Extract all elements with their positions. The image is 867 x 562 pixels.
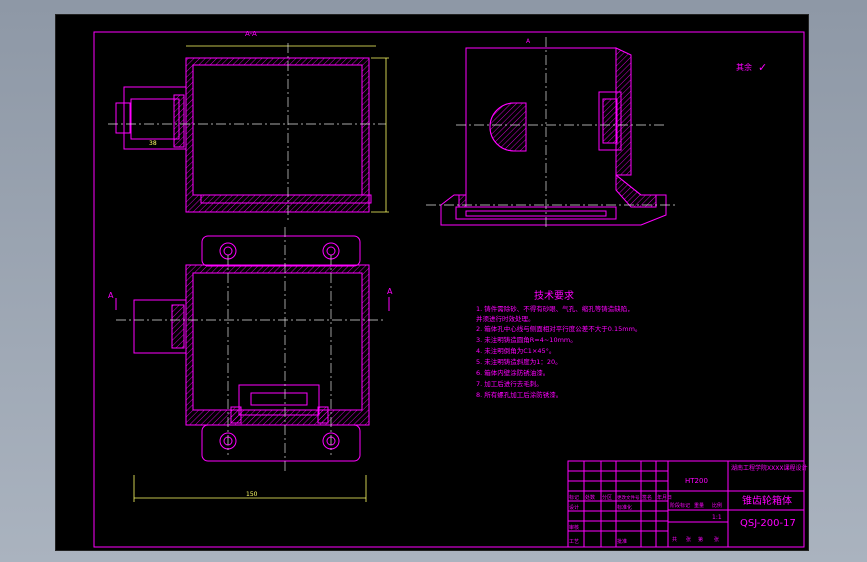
- svg-text:A: A: [526, 38, 531, 45]
- section-marker-left: A: [108, 291, 114, 300]
- tb-sheet-info: 张: [686, 536, 691, 543]
- tb-drawing-number: QSJ-200-17: [740, 518, 796, 529]
- tech-req-item: 4. 未注明倒角为C1×45°。: [476, 346, 555, 355]
- svg-text:38: 38: [149, 140, 157, 147]
- drawing-sheet: A-A 38 A A 150 A 其余 ✓ 技术要求 1. 铸件需除砂、不得有砂…: [55, 14, 809, 551]
- section-label-aa: A-A: [245, 30, 257, 38]
- tb-row-label: 标准化: [617, 504, 632, 511]
- tb-header-cell: 分区: [602, 494, 612, 501]
- tb-header-cell: 年月日: [657, 494, 672, 501]
- side-view-top-right: A: [426, 37, 676, 230]
- tb-material: HT200: [685, 477, 708, 485]
- tech-req-item: 8. 所有螺孔加工后涂防锈漆。: [476, 390, 562, 399]
- section-view-top-left: A-A 38: [108, 30, 389, 220]
- surface-finish-note: 其余 ✓: [736, 61, 767, 74]
- tech-req-title: 技术要求: [534, 289, 574, 302]
- tb-row-label: 审核: [569, 524, 579, 531]
- tb-sheet-info: 第: [698, 536, 703, 543]
- section-marker-right: A: [387, 287, 393, 296]
- surface-finish-symbol: ✓: [758, 61, 767, 74]
- surface-finish-label: 其余: [736, 62, 752, 72]
- tb-sheet-info: 张: [714, 536, 719, 543]
- tb-header-cell: 更改文件号: [617, 494, 640, 501]
- tb-row-label: 批准: [617, 538, 627, 545]
- tech-req-item: 并须进行时效处理。: [476, 314, 535, 323]
- cad-drawing: A-A 38 A A 150 A 其余 ✓ 技术要求 1. 铸件需除砂、不得有砂…: [93, 30, 807, 548]
- tb-header-cell: 处数: [585, 494, 595, 501]
- tb-sheet-info: 共: [672, 536, 677, 543]
- tb-part-name: 锥齿轮箱体: [742, 494, 792, 507]
- tech-requirements: 技术要求 1. 铸件需除砂、不得有砂眼、气孔、缩孔等铸造缺陷， 并须进行时效处理…: [476, 289, 641, 399]
- tech-req-item: 3. 未注明铸造圆角R=4~10mm。: [476, 335, 577, 344]
- tech-req-item: 5. 未注明铸造斜度为1：20。: [476, 357, 562, 366]
- tech-req-item: 6. 箱体内壁涂防锈油漆。: [476, 368, 549, 377]
- inner-border: [93, 31, 805, 548]
- tech-req-item: 1. 铸件需除砂、不得有砂眼、气孔、缩孔等铸造缺陷，: [476, 304, 634, 313]
- tb-header-cell: 标记: [569, 494, 579, 501]
- title-block: HT200 湖南工程学院XXXX课程设计 锥齿轮箱体 QSJ-200-17 1:…: [567, 460, 807, 548]
- tech-req-item: 7. 加工后进行去毛刺。: [476, 379, 543, 388]
- plan-view-bottom-left: A A 150: [108, 227, 393, 502]
- svg-text:150: 150: [246, 491, 258, 498]
- tb-row-label: 工艺: [569, 539, 579, 545]
- tb-stage-label: 阶段标记: [670, 502, 690, 509]
- tech-req-item: 2. 箱体孔中心线与侧面相对平行度公差不大于0.15mm。: [476, 324, 641, 333]
- tb-scale: 1:1: [712, 514, 722, 521]
- tb-header-cell: 签名: [642, 494, 652, 501]
- tb-stage-label: 比例: [712, 502, 722, 509]
- tb-stage-label: 重量: [694, 502, 704, 509]
- tb-school: 湖南工程学院XXXX课程设计: [731, 464, 807, 472]
- tb-row-label: 设计: [569, 504, 579, 511]
